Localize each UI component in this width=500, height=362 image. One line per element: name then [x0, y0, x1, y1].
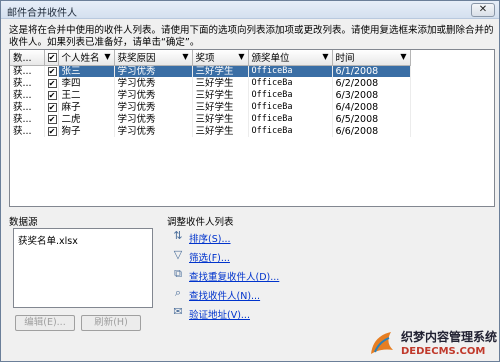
- cell-name: 李四: [58, 77, 115, 89]
- table-row[interactable]: 获... ✔ 李四 学习优秀 三好学生 OfficeBa 6/2/2008: [10, 77, 411, 89]
- mail-merge-recipients-dialog: 邮件合并收件人 ✕ 这是将在合并中使用的收件人列表。请使用下面的选项向列表添加项…: [0, 0, 500, 362]
- cell-name: 狗子: [58, 125, 115, 137]
- watermark-brand: 织梦内容管理系统: [401, 330, 498, 344]
- intro-text: 这是将在合并中使用的收件人列表。请使用下面的选项向列表添加项或更改列表。请使用复…: [9, 25, 494, 48]
- cell-name: 二虎: [58, 113, 115, 125]
- watermark-logo: 织梦内容管理系统 DEDECMS.COM: [361, 326, 500, 362]
- cell-source: 获...: [10, 113, 45, 125]
- cell-reason: 学习优秀: [114, 113, 193, 125]
- column-header-date[interactable]: 时间 ▼: [332, 50, 411, 66]
- row-checkbox[interactable]: ✔: [47, 126, 57, 136]
- column-header-source[interactable]: 数...: [10, 50, 45, 66]
- column-header-check[interactable]: ✔: [44, 50, 59, 66]
- dialog-title: 邮件合并收件人: [7, 8, 77, 19]
- cell-check[interactable]: ✔: [44, 125, 59, 137]
- column-header-award[interactable]: 奖项 ▼: [192, 50, 249, 66]
- cell-org: OfficeBa: [248, 113, 333, 125]
- dedecms-logo-icon: [371, 332, 393, 354]
- cell-award: 三好学生: [192, 89, 249, 101]
- cell-date: 6/5/2008: [332, 113, 411, 125]
- select-all-checkbox[interactable]: ✔: [47, 52, 57, 62]
- cell-source: 获...: [10, 125, 45, 137]
- table-row[interactable]: 获... ✔ 王二 学习优秀 三好学生 OfficeBa 6/3/2008: [10, 89, 411, 101]
- row-checkbox[interactable]: ✔: [47, 102, 57, 112]
- cell-date: 6/1/2008: [332, 65, 411, 77]
- table-row[interactable]: 获... ✔ 狗子 学习优秀 三好学生 OfficeBa 6/6/2008: [10, 125, 411, 137]
- row-checkbox[interactable]: ✔: [47, 90, 57, 100]
- cell-source: 获...: [10, 65, 45, 77]
- cell-award: 三好学生: [192, 77, 249, 89]
- table-row[interactable]: 获... ✔ 麻子 学习优秀 三好学生 OfficeBa 6/4/2008: [10, 101, 411, 113]
- sort-link[interactable]: 排序(S)...: [189, 231, 231, 245]
- row-checkbox[interactable]: ✔: [47, 114, 57, 124]
- cell-org: OfficeBa: [248, 77, 333, 89]
- cell-date: 6/4/2008: [332, 101, 411, 113]
- cell-reason: 学习优秀: [114, 101, 193, 113]
- datasource-item[interactable]: 获奖名单.xlsx: [18, 233, 78, 247]
- dropdown-arrow-icon[interactable]: ▼: [238, 52, 244, 61]
- cell-date: 6/6/2008: [332, 125, 411, 137]
- title-bar: 邮件合并收件人 ✕: [1, 1, 499, 19]
- validate-address-link[interactable]: 验证地址(V)...: [189, 307, 250, 321]
- cell-check[interactable]: ✔: [44, 89, 59, 101]
- cell-reason: 学习优秀: [114, 65, 193, 77]
- cell-date: 6/3/2008: [332, 89, 411, 101]
- dropdown-arrow-icon[interactable]: ▼: [400, 52, 406, 61]
- cell-source: 获...: [10, 77, 45, 89]
- cell-award: 三好学生: [192, 113, 249, 125]
- cell-award: 三好学生: [192, 101, 249, 113]
- sort-icon: ⇅: [173, 229, 183, 242]
- cell-source: 获...: [10, 101, 45, 113]
- cell-reason: 学习优秀: [114, 89, 193, 101]
- filter-icon: ▽: [173, 248, 183, 261]
- refresh-button[interactable]: 刷新(H): [81, 315, 141, 331]
- find-recipient-icon: ⌕: [174, 286, 182, 299]
- filter-link[interactable]: 筛选(F)...: [189, 250, 230, 264]
- recipient-table: 数... ✔ 个人姓名 ▼ 获奖原因 ▼ 奖项 ▼ 颁奖单位 ▼ 时间 ▼ 获... ✔ …: [10, 50, 411, 137]
- row-checkbox[interactable]: ✔: [47, 78, 57, 88]
- cell-org: OfficeBa: [248, 65, 333, 77]
- cell-name: 张三: [58, 65, 115, 77]
- cell-check[interactable]: ✔: [44, 113, 59, 125]
- dropdown-arrow-icon[interactable]: ▼: [182, 52, 188, 61]
- cell-check[interactable]: ✔: [44, 101, 59, 113]
- find-recipient-link[interactable]: 查找收件人(N)...: [189, 288, 260, 302]
- column-header-name[interactable]: 个人姓名 ▼: [58, 50, 115, 66]
- table-header-row: 数... ✔ 个人姓名 ▼ 获奖原因 ▼ 奖项 ▼ 颁奖单位 ▼ 时间 ▼: [10, 50, 411, 66]
- validate-address-icon: ✉: [173, 305, 183, 318]
- dropdown-arrow-icon[interactable]: ▼: [104, 52, 110, 61]
- row-checkbox[interactable]: ✔: [47, 66, 57, 76]
- cell-award: 三好学生: [192, 125, 249, 137]
- datasource-list[interactable]: 获奖名单.xlsx: [13, 228, 153, 308]
- cell-reason: 学习优秀: [114, 77, 193, 89]
- adjust-list-label: 调整收件人列表: [167, 217, 234, 228]
- table-row[interactable]: 获... ✔ 二虎 学习优秀 三好学生 OfficeBa 6/5/2008: [10, 113, 411, 125]
- cell-name: 王二: [58, 89, 115, 101]
- cell-check[interactable]: ✔: [44, 77, 59, 89]
- close-icon: ✕: [478, 4, 488, 15]
- cell-award: 三好学生: [192, 65, 249, 77]
- cell-org: OfficeBa: [248, 101, 333, 113]
- find-duplicates-link[interactable]: 查找重复收件人(D)...: [189, 269, 279, 283]
- close-button[interactable]: ✕: [471, 3, 495, 17]
- cell-name: 麻子: [58, 101, 115, 113]
- column-header-org[interactable]: 颁奖单位 ▼: [248, 50, 333, 66]
- watermark-url: DEDECMS.COM: [401, 346, 486, 357]
- edit-button[interactable]: 编辑(E)...: [15, 315, 75, 331]
- recipient-list[interactable]: 数... ✔ 个人姓名 ▼ 获奖原因 ▼ 奖项 ▼ 颁奖单位 ▼ 时间 ▼ 获... ✔ …: [9, 49, 495, 207]
- column-header-reason[interactable]: 获奖原因 ▼: [114, 50, 193, 66]
- cell-check[interactable]: ✔: [44, 65, 59, 77]
- cell-reason: 学习优秀: [114, 125, 193, 137]
- cell-org: OfficeBa: [248, 89, 333, 101]
- dropdown-arrow-icon[interactable]: ▼: [322, 52, 328, 61]
- cell-org: OfficeBa: [248, 125, 333, 137]
- find-duplicates-icon: ⧉: [174, 267, 182, 280]
- cell-source: 获...: [10, 89, 45, 101]
- table-row[interactable]: 获... ✔ 张三 学习优秀 三好学生 OfficeBa 6/1/2008: [10, 65, 411, 77]
- cell-date: 6/2/2008: [332, 77, 411, 89]
- datasource-label: 数据源: [9, 217, 38, 228]
